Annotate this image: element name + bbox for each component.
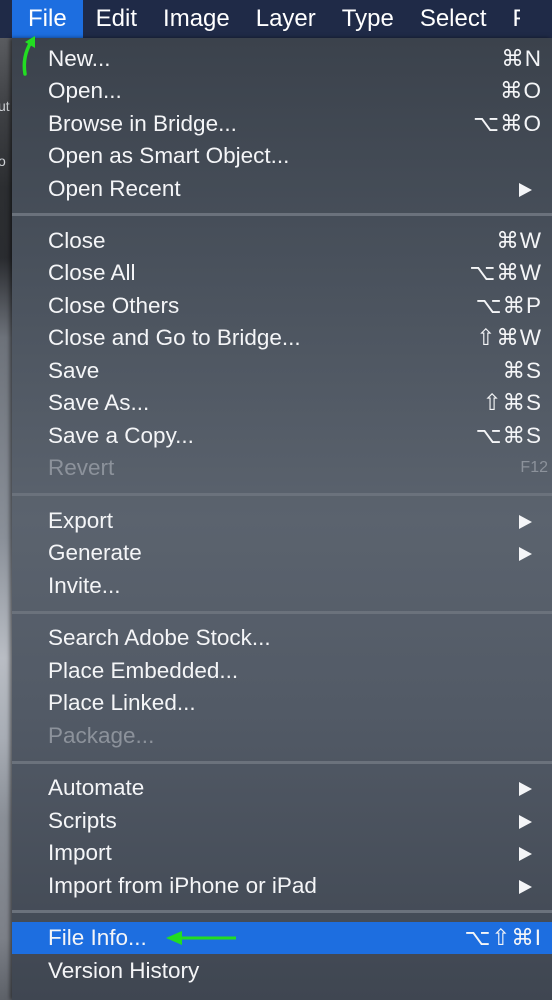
menu-item-shortcut: ⌥⌘W: [469, 260, 542, 285]
menu-item-search-adobe-stock[interactable]: Search Adobe Stock...: [12, 622, 552, 654]
menu-filter-clipped[interactable]: F: [500, 0, 520, 38]
menu-separator: [12, 493, 552, 496]
menu-select[interactable]: Select: [407, 0, 500, 38]
menu-item-label: New...: [48, 46, 111, 71]
menu-item-label: Invite...: [48, 573, 121, 598]
green-annotation-arrow-icon: [22, 36, 35, 76]
menu-item-shortcut: ⌘W: [496, 228, 542, 253]
menu-item-shortcut: F12: [520, 459, 548, 476]
menu-item-shortcut: ⇧⌘S: [482, 390, 542, 415]
menu-separator: [12, 213, 552, 216]
menu-item-close-all[interactable]: Close All ⌥⌘W: [12, 257, 552, 289]
submenu-arrow-icon: [519, 547, 532, 561]
menu-item-label: Version History: [48, 958, 200, 983]
menu-item-close-others[interactable]: Close Others ⌥⌘P: [12, 290, 552, 322]
menu-item-label: Save As...: [48, 390, 150, 415]
menu-item-save-as[interactable]: Save As... ⇧⌘S: [12, 387, 552, 419]
submenu-arrow-icon: [519, 847, 532, 861]
menu-item-save-a-copy[interactable]: Save a Copy... ⌥⌘S: [12, 420, 552, 452]
menu-edit[interactable]: Edit: [83, 0, 150, 38]
green-annotation-arrow-icon: [166, 931, 236, 945]
menu-item-label: Export: [48, 508, 114, 533]
menu-item-shortcut: ⌘S: [502, 358, 542, 383]
menu-separator: [12, 611, 552, 614]
menu-item-file-info[interactable]: File Info... ⌥⇧⌘I: [12, 922, 552, 954]
menu-item-label: Scripts: [48, 808, 117, 833]
menu-item-label: Place Linked...: [48, 690, 196, 715]
menu-item-place-embedded[interactable]: Place Embedded...: [12, 655, 552, 687]
menu-item-label: Open...: [48, 78, 122, 103]
menu-item-label: Search Adobe Stock...: [48, 625, 271, 650]
menu-item-shortcut: ⇧⌘W: [476, 325, 542, 350]
menu-image[interactable]: Image: [150, 0, 243, 38]
menu-item-invite[interactable]: Invite...: [12, 570, 552, 602]
menu-item-label: Package...: [48, 723, 155, 748]
menu-item-close[interactable]: Close ⌘W: [12, 225, 552, 257]
menu-item-new[interactable]: New... ⌘N: [12, 43, 552, 75]
submenu-arrow-icon: [519, 183, 532, 197]
menu-item-import[interactable]: Import: [12, 837, 552, 869]
menu-separator: [12, 761, 552, 764]
submenu-arrow-icon: [519, 515, 532, 529]
menu-item-label: Close Others: [48, 293, 180, 318]
menu-item-shortcut: ⌘O: [499, 78, 542, 103]
menu-item-browse-in-bridge[interactable]: Browse in Bridge... ⌥⌘O: [12, 108, 552, 140]
menu-item-label: File Info...: [48, 925, 147, 950]
menu-item-package: Package...: [12, 720, 552, 752]
background-text: ut: [0, 98, 10, 114]
menu-type[interactable]: Type: [329, 0, 407, 38]
menu-item-label: Close and Go to Bridge...: [48, 325, 301, 350]
menu-item-label: Generate: [48, 540, 142, 565]
menu-item-label: Open Recent: [48, 176, 181, 201]
menu-item-automate[interactable]: Automate: [12, 772, 552, 804]
menu-item-shortcut: ⌥⌘P: [475, 293, 542, 318]
menu-item-open[interactable]: Open... ⌘O: [12, 75, 552, 107]
menu-item-scripts[interactable]: Scripts: [12, 805, 552, 837]
menu-item-open-recent[interactable]: Open Recent: [12, 173, 552, 205]
submenu-arrow-icon: [519, 880, 532, 894]
menu-item-label: Import from iPhone or iPad: [48, 873, 317, 898]
menu-item-label: Import: [48, 840, 112, 865]
menu-layer[interactable]: Layer: [243, 0, 329, 38]
menu-item-shortcut: ⌥⌘S: [475, 423, 542, 448]
menu-file[interactable]: File: [12, 0, 83, 38]
menu-item-shortcut: ⌥⇧⌘I: [464, 925, 542, 950]
menu-item-open-as-smart-object[interactable]: Open as Smart Object...: [12, 140, 552, 172]
submenu-arrow-icon: [519, 782, 532, 796]
menu-item-label: Place Embedded...: [48, 658, 239, 683]
menu-item-export[interactable]: Export: [12, 505, 552, 537]
menu-item-shortcut: ⌘N: [501, 46, 542, 71]
file-menu-dropdown: New... ⌘N Open... ⌘O Browse in Bridge...…: [12, 38, 552, 1000]
menu-item-close-and-go-to-bridge[interactable]: Close and Go to Bridge... ⇧⌘W: [12, 322, 552, 354]
menu-item-save[interactable]: Save ⌘S: [12, 355, 552, 387]
background-text: o: [0, 153, 6, 169]
menu-bar: File Edit Image Layer Type Select F: [0, 0, 552, 38]
menu-item-import-from-iphone-or-ipad[interactable]: Import from iPhone or iPad: [12, 870, 552, 902]
menu-item-revert: Revert F12: [12, 452, 552, 484]
menu-separator: [12, 910, 552, 913]
menu-item-label: Save a Copy...: [48, 423, 194, 448]
menu-item-label: Revert: [48, 455, 115, 480]
menu-item-place-linked[interactable]: Place Linked...: [12, 687, 552, 719]
menu-item-label: Browse in Bridge...: [48, 111, 237, 136]
menu-item-label: Close: [48, 228, 106, 253]
menu-item-generate[interactable]: Generate: [12, 537, 552, 569]
submenu-arrow-icon: [519, 815, 532, 829]
menu-item-label: Close All: [48, 260, 136, 285]
menu-item-version-history[interactable]: Version History: [12, 955, 552, 987]
menu-item-label: Save: [48, 358, 100, 383]
menu-item-label: Automate: [48, 775, 145, 800]
menu-item-shortcut: ⌥⌘O: [473, 111, 542, 136]
menu-item-label: Open as Smart Object...: [48, 143, 290, 168]
